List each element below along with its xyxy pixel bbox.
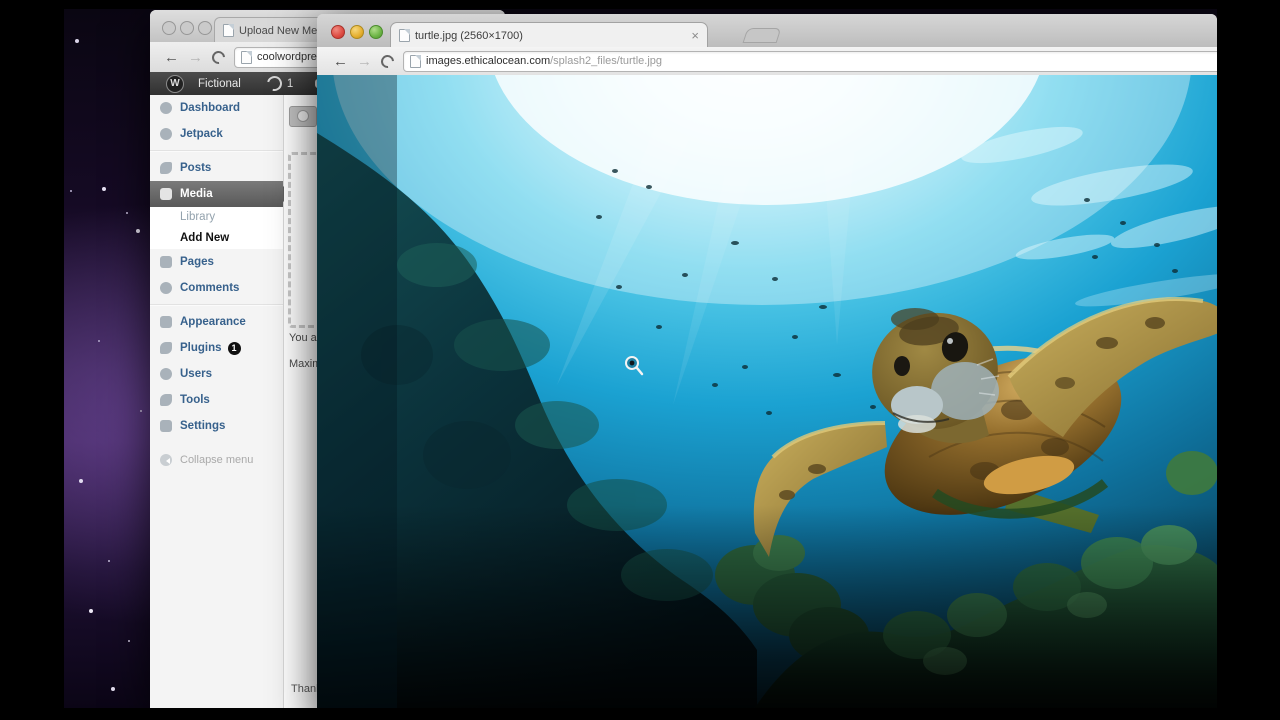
forward-icon[interactable]: → <box>188 50 203 65</box>
turtle-photo[interactable] <box>317 75 1217 720</box>
letterbox-left <box>0 0 64 720</box>
sidebar-item-posts[interactable]: Posts <box>150 155 283 181</box>
sidebar-item-users[interactable]: Users <box>150 361 283 387</box>
turtle-photo-art <box>317 75 1217 720</box>
tab-title: turtle.jpg (2560×1700) <box>415 29 523 42</box>
sidebar-item-settings[interactable]: Settings <box>150 413 283 439</box>
chrome-titlebar[interactable]: turtle.jpg (2560×1700) × <box>317 14 1217 48</box>
forward-icon[interactable]: → <box>357 54 372 69</box>
updates-count: 1 <box>286 77 294 90</box>
users-icon <box>160 368 172 380</box>
zoom-button[interactable] <box>369 25 383 39</box>
wp-admin-sidebar: Dashboard Jetpack Posts Media Library Ad… <box>150 95 292 708</box>
page-favicon <box>241 50 252 64</box>
back-icon[interactable]: ← <box>333 54 348 69</box>
address-bar[interactable]: images.ethicalocean.com/splash2_files/tu… <box>403 50 1223 72</box>
collapse-menu-button[interactable]: Collapse menu <box>150 449 283 471</box>
chrome-toolbar: ← → images.ethicalocean.com/splash2_file… <box>317 47 1223 76</box>
page-favicon <box>410 54 421 68</box>
comments-icon <box>160 282 172 294</box>
page-favicon <box>223 24 234 37</box>
zoom-button[interactable] <box>198 21 212 35</box>
sidebar-item-jetpack[interactable]: Jetpack <box>150 121 283 147</box>
posts-icon <box>160 162 172 174</box>
plugins-update-badge: 1 <box>227 341 241 355</box>
dashboard-icon <box>160 102 172 114</box>
settings-icon <box>160 420 172 432</box>
letterbox-top <box>0 0 1280 9</box>
minimize-button[interactable] <box>350 25 364 39</box>
sidebar-item-plugins[interactable]: Plugins 1 <box>150 335 283 361</box>
updates-icon[interactable] <box>264 73 285 94</box>
sidebar-item-add-new[interactable]: Add New <box>150 227 283 249</box>
url-path: /splash2_files/turtle.jpg <box>550 55 663 67</box>
tools-icon <box>160 394 172 406</box>
tab-close-icon[interactable]: × <box>691 29 699 42</box>
url-host: images.ethicalocean.com <box>426 55 551 67</box>
sidebar-item-tools[interactable]: Tools <box>150 387 283 413</box>
sidebar-separator <box>150 304 283 306</box>
close-button[interactable] <box>162 21 176 35</box>
sidebar-item-media[interactable]: Media <box>150 181 292 207</box>
new-tab-button[interactable] <box>742 28 782 43</box>
url-text: coolwordpre <box>257 51 317 63</box>
collapse-arrow-icon <box>160 454 172 466</box>
upload-notice-line: You a <box>289 332 317 344</box>
media-icon <box>160 188 172 200</box>
reload-icon[interactable] <box>378 51 397 71</box>
reload-icon[interactable] <box>209 47 228 67</box>
page-favicon <box>399 29 410 42</box>
jetpack-icon <box>160 128 172 140</box>
letterbox-right <box>1217 0 1280 720</box>
media-uploader-icon <box>289 106 317 127</box>
sidebar-separator <box>150 150 283 152</box>
sidebar-item-library[interactable]: Library <box>150 207 283 227</box>
close-button[interactable] <box>331 25 345 39</box>
sidebar-item-appearance[interactable]: Appearance <box>150 309 283 335</box>
chrome-image-window: turtle.jpg (2560×1700) × ← → images.ethi… <box>317 14 1223 720</box>
video-frame: { "wp": { "tab_title": "Upload New Medi"… <box>0 0 1280 720</box>
plugins-icon <box>160 342 172 354</box>
appearance-icon <box>160 316 172 328</box>
tab-title: Upload New Medi <box>239 24 326 37</box>
sidebar-item-dashboard[interactable]: Dashboard <box>150 95 283 121</box>
pages-icon <box>160 256 172 268</box>
letterbox-bottom <box>0 708 1280 720</box>
tab-turtle-jpg[interactable]: turtle.jpg (2560×1700) × <box>390 22 708 48</box>
back-icon[interactable]: ← <box>164 50 179 65</box>
sidebar-item-comments[interactable]: Comments <box>150 275 283 301</box>
wordpress-logo-icon[interactable]: W <box>166 74 184 93</box>
minimize-button[interactable] <box>180 21 194 35</box>
sidebar-item-pages[interactable]: Pages <box>150 249 283 275</box>
site-name[interactable]: Fictional <box>198 78 241 90</box>
